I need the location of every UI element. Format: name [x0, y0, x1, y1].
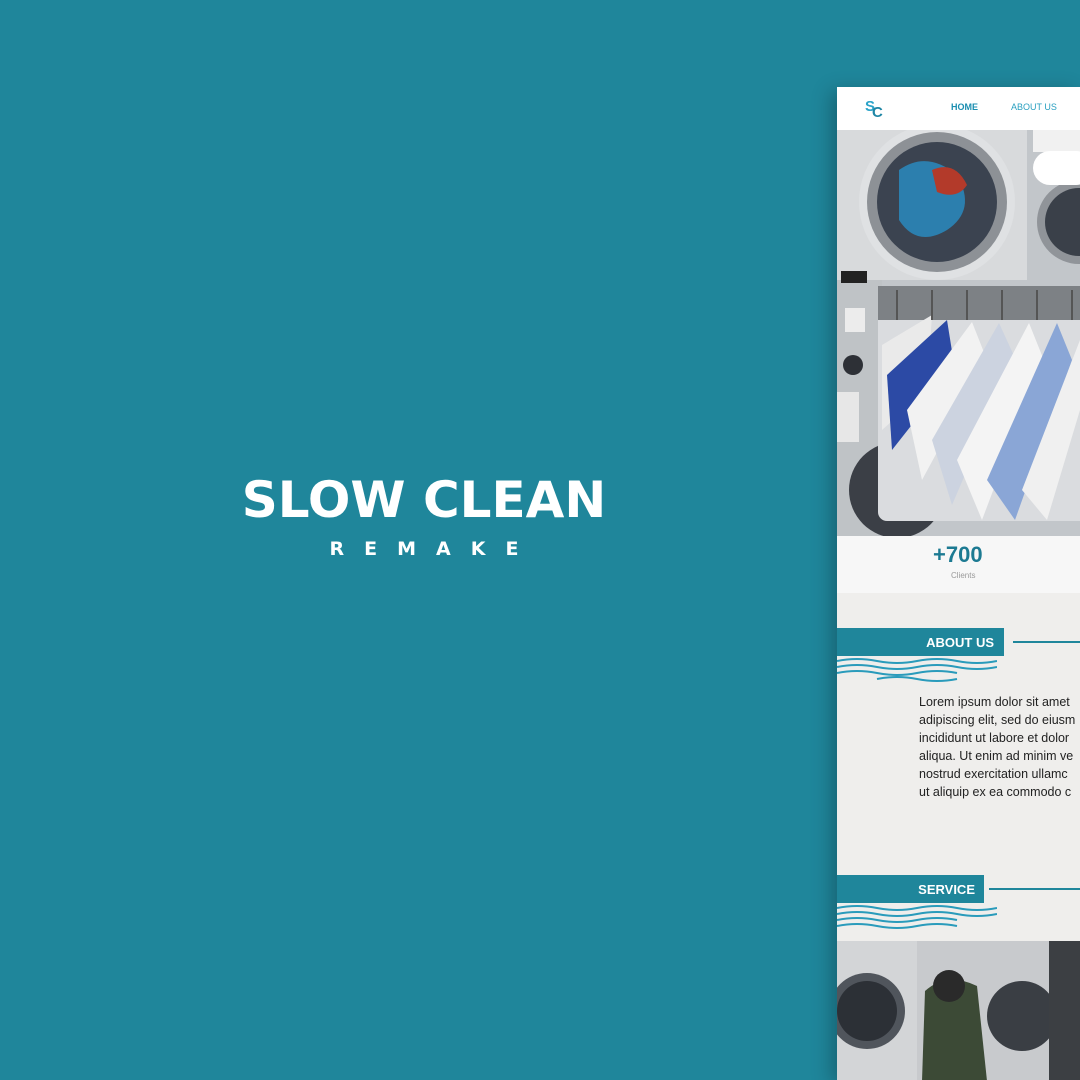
- sc-logo-icon[interactable]: S C: [863, 96, 887, 120]
- clients-label: Clients: [951, 571, 976, 580]
- about-us-heading: ABOUT US: [837, 628, 1004, 656]
- wave-icon: [837, 658, 997, 682]
- nav-about-link[interactable]: ABOUT US: [1011, 102, 1057, 112]
- svg-text:C: C: [872, 104, 883, 120]
- service-image: [837, 941, 1080, 1080]
- about-paragraph: Lorem ipsum dolor sit amet adipiscing el…: [919, 695, 1076, 799]
- hero-subtitle: REMAKE: [329, 538, 539, 560]
- clients-count: +700: [933, 542, 983, 567]
- mockup-navbar: S C HOME ABOUT US: [837, 87, 1080, 130]
- service-heading-text: SERVICE: [918, 882, 975, 897]
- website-mockup: S C HOME ABOUT US +700 Clients ABOUT US …: [837, 87, 1080, 1080]
- hero-title: SLOW CLEAN: [241, 471, 607, 529]
- hero-pill-button[interactable]: [1033, 151, 1080, 185]
- wave-icon: [837, 905, 997, 929]
- service-divider: [989, 888, 1080, 890]
- nav-home-link[interactable]: HOME: [951, 102, 978, 112]
- about-divider: [1013, 641, 1080, 643]
- about-us-heading-text: ABOUT US: [926, 635, 994, 650]
- stats-bar: +700 Clients: [837, 536, 1080, 593]
- service-heading: SERVICE: [837, 875, 984, 903]
- laundry-hero-image: [837, 130, 1080, 536]
